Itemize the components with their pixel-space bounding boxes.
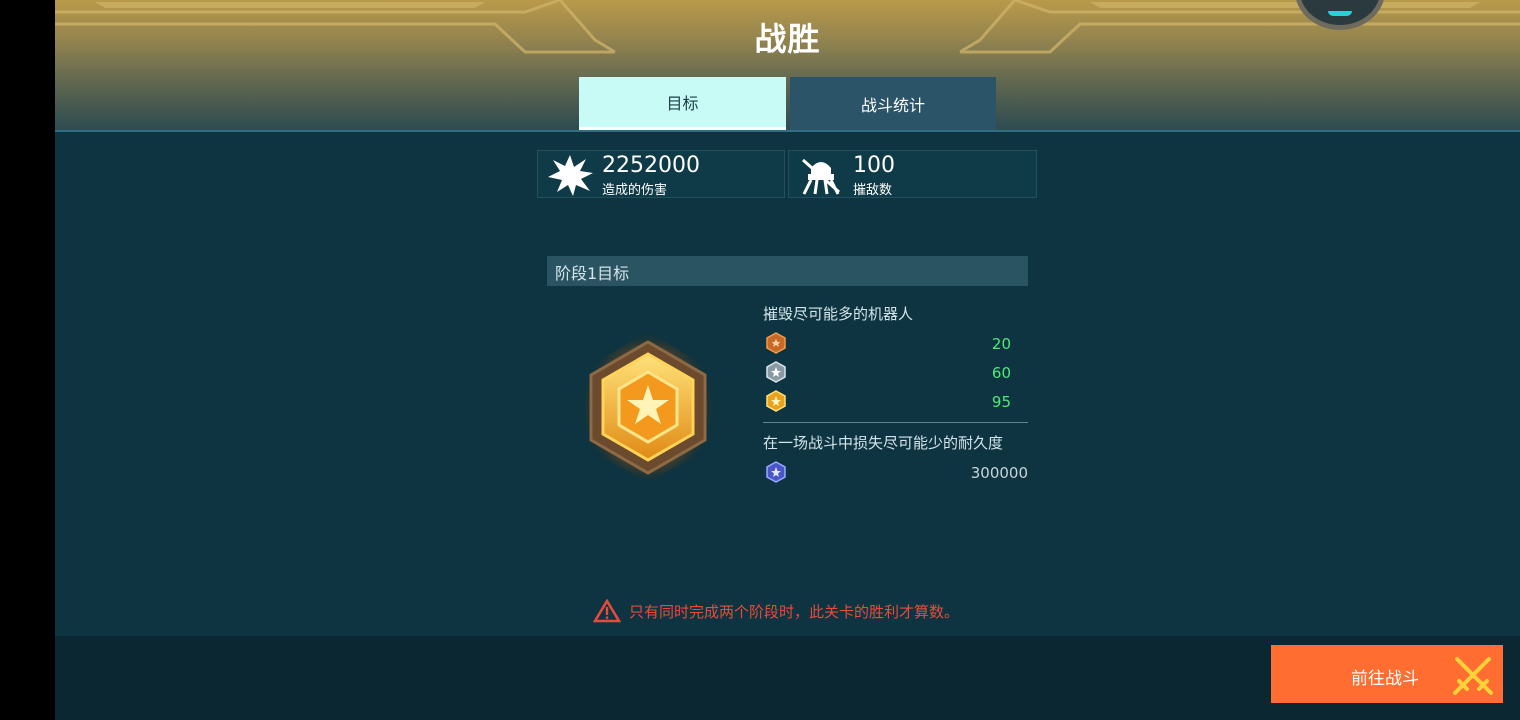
game-screen: 战胜 目标 战斗统计 2252000 造成的伤害 100 摧敌数 阶段1目标 摧… xyxy=(55,0,1520,720)
destroyed-robot-icon xyxy=(802,158,840,195)
damage-stat: 2252000 造成的伤害 xyxy=(537,150,785,198)
tab-battle-stats-label: 战斗统计 xyxy=(860,95,925,115)
warning-text: 只有同时完成两个阶段时，此关卡的胜利才算数。 xyxy=(629,602,960,621)
left-black-bar xyxy=(0,0,55,720)
bronze-tier-value: 20 xyxy=(991,335,1011,353)
bronze-medal-icon xyxy=(766,332,786,354)
goal2-title: 在一场战斗中损失尽可能少的耐久度 xyxy=(763,434,1004,452)
tab-battle-stats[interactable]: 战斗统计 xyxy=(790,77,996,130)
damage-value: 2252000 xyxy=(602,153,700,178)
gold-medal-icon xyxy=(581,332,715,483)
go-to-battle-button[interactable]: 前往战斗 xyxy=(1271,645,1503,703)
tab-goals-label: 目标 xyxy=(666,94,699,113)
kills-label: 摧敌数 xyxy=(853,183,893,198)
stage-title: 阶段1目标 xyxy=(547,256,1028,286)
silver-medal-icon xyxy=(766,361,786,383)
warning-icon xyxy=(593,599,621,623)
platinum-medal-icon xyxy=(766,461,786,483)
warning-message: 只有同时完成两个阶段时，此关卡的胜利才算数。 xyxy=(593,599,959,623)
kills-stat: 100 摧敌数 xyxy=(788,150,1037,198)
tab-goals[interactable]: 目标 xyxy=(579,77,786,130)
damage-label: 造成的伤害 xyxy=(602,183,668,198)
header-divider xyxy=(55,130,1520,132)
silver-tier-value: 60 xyxy=(991,364,1011,382)
durability-value: 300000 xyxy=(970,464,1028,482)
gold-tier-value: 95 xyxy=(991,393,1011,411)
kills-value: 100 xyxy=(853,153,895,178)
page-title: 战胜 xyxy=(754,20,821,58)
crossed-swords-icon xyxy=(1453,657,1493,695)
go-to-battle-label: 前往战斗 xyxy=(1351,669,1419,689)
goal-divider xyxy=(763,422,1028,423)
gold-tier-icon xyxy=(766,390,786,412)
goal1-title: 摧毁尽可能多的机器人 xyxy=(763,305,914,323)
explosion-icon xyxy=(548,155,593,196)
